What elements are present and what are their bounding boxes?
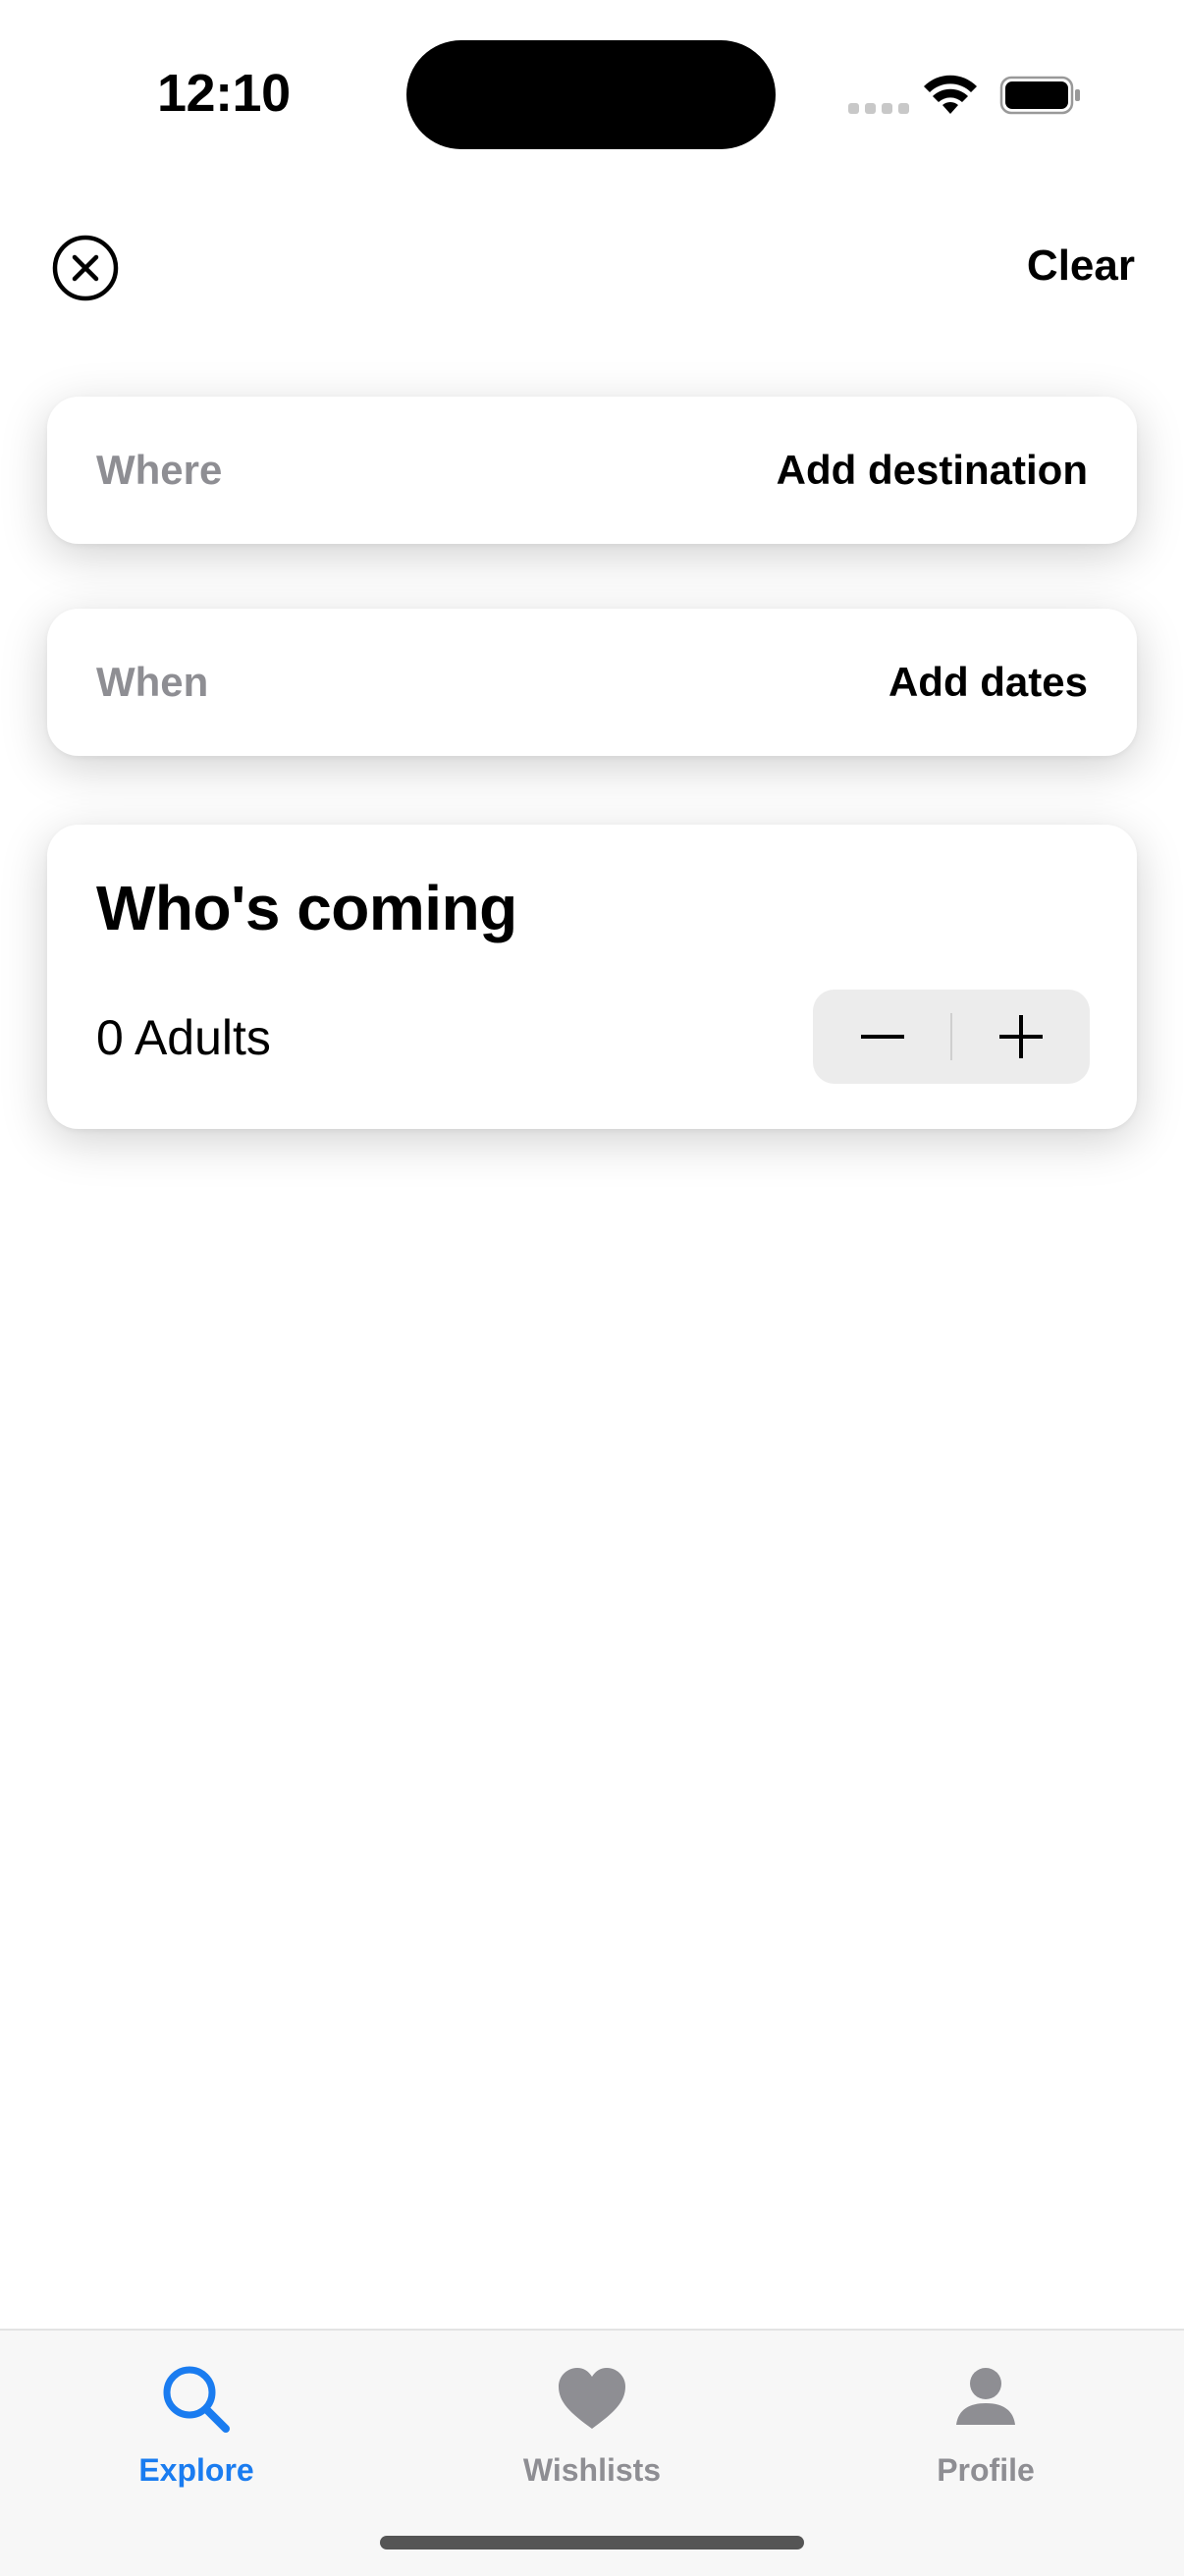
when-value[interactable]: Add dates [888,659,1088,706]
wifi-icon [924,75,977,114]
tab-label-wishlists: Wishlists [522,2452,662,2488]
home-indicator [380,2536,804,2549]
status-time: 12:10 [157,64,291,123]
where-card[interactable]: Where Add destination [47,397,1137,544]
who-title: Who's coming [96,873,517,943]
adults-stepper [813,990,1090,1084]
increment-button[interactable] [951,990,1090,1084]
decrement-button[interactable] [813,990,951,1084]
heart-icon [559,2368,625,2429]
tab-label-profile: Profile [937,2452,1035,2488]
status-bar: 12:10 [0,0,1184,196]
who-card: Who's coming 0 Adults [47,825,1137,1129]
battery-icon [999,76,1080,115]
tab-profile[interactable]: Profile [858,2360,1113,2489]
dynamic-island [406,40,776,149]
clear-button[interactable]: Clear [1027,242,1135,291]
adults-count: 0 Adults [96,1010,271,1065]
magnifying-glass-icon [163,2366,230,2433]
person-icon [956,2368,1015,2425]
when-label: When [96,659,209,705]
where-value[interactable]: Add destination [777,447,1088,494]
tab-wishlists[interactable]: Wishlists [464,2360,720,2489]
cellular-signal-icon [848,103,909,115]
where-label: Where [96,447,223,493]
tab-label-explore: Explore [138,2452,254,2488]
tab-explore[interactable]: Explore [69,2360,324,2489]
when-card[interactable]: When Add dates [47,609,1137,756]
close-icon[interactable] [51,234,120,302]
